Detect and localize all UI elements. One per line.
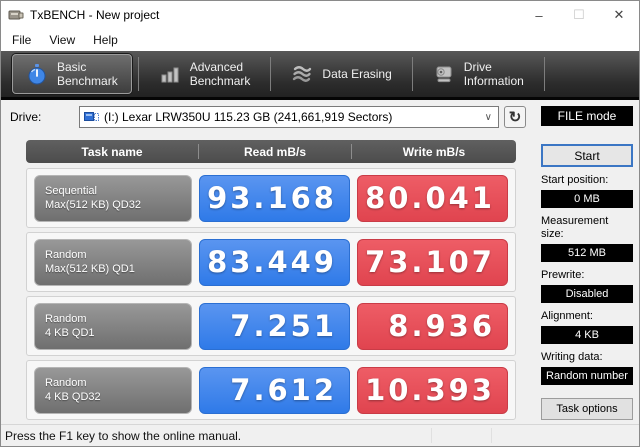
close-button[interactable]: ✕ bbox=[599, 1, 639, 29]
task-name-cell: Random 4 KB QD32 bbox=[34, 366, 192, 414]
table-row: Random Max(512 KB) QD1 83.449 73.107 bbox=[26, 232, 516, 292]
toolbar-separator bbox=[137, 57, 139, 91]
prewrite-value[interactable]: Disabled bbox=[541, 285, 633, 303]
bar-chart-icon bbox=[161, 67, 179, 83]
tab-label: Drive Information bbox=[463, 59, 524, 88]
start-button[interactable]: Start bbox=[541, 144, 633, 167]
read-value-cell: 83.449 bbox=[199, 238, 350, 286]
read-value-cell: 7.612 bbox=[199, 366, 350, 414]
status-message: Press the F1 key to show the online manu… bbox=[5, 428, 242, 443]
toolbar-separator bbox=[411, 57, 413, 91]
write-value-cell: 73.107 bbox=[357, 238, 508, 286]
alignment-label: Alignment: bbox=[541, 310, 593, 322]
tab-basic-benchmark[interactable]: Basic Benchmark bbox=[12, 54, 132, 94]
chevron-down-icon: ∨ bbox=[484, 111, 492, 123]
tab-drive-information[interactable]: Drive Information bbox=[419, 54, 538, 94]
table-header-row: Task name Read mB/s Write mB/s bbox=[26, 140, 516, 163]
toolbar-separator bbox=[543, 57, 545, 91]
title-bar: TxBENCH - New project – ☐ ✕ bbox=[1, 1, 639, 29]
table-row: Sequential Max(512 KB) QD32 93.168 80.04… bbox=[26, 168, 516, 228]
tab-label: Advanced Benchmark bbox=[189, 59, 251, 88]
app-icon bbox=[8, 10, 24, 20]
menu-file[interactable]: File bbox=[3, 31, 40, 49]
menu-view[interactable]: View bbox=[40, 31, 84, 49]
tab-data-erasing[interactable]: Data Erasing bbox=[277, 54, 405, 94]
menu-help[interactable]: Help bbox=[84, 31, 127, 49]
tab-advanced-benchmark[interactable]: Advanced Benchmark bbox=[145, 54, 265, 94]
measurement-size-value[interactable]: 512 MB bbox=[541, 244, 633, 262]
task-options-button[interactable]: Task options bbox=[541, 398, 633, 420]
drive-selected-value: (I:) Lexar LRW350U 115.23 GB (241,661,91… bbox=[104, 110, 393, 124]
task-name-cell: Random Max(512 KB) QD1 bbox=[34, 238, 192, 286]
content-area: Drive: (I:) Lexar LRW350U 115.23 GB (241… bbox=[1, 100, 639, 446]
status-bar: Press the F1 key to show the online manu… bbox=[1, 424, 639, 446]
task-name-cell: Random 4 KB QD1 bbox=[34, 302, 192, 350]
start-position-value[interactable]: 0 MB bbox=[541, 190, 633, 208]
app-window: TxBENCH - New project – ☐ ✕ File View He… bbox=[0, 0, 640, 447]
drive-select[interactable]: (I:) Lexar LRW350U 115.23 GB (241,661,91… bbox=[79, 106, 499, 128]
drive-icon bbox=[436, 66, 452, 83]
removable-drive-icon bbox=[84, 111, 99, 121]
toolbar: Basic Benchmark Advanced Benchmark Data … bbox=[1, 51, 639, 100]
read-value-cell: 93.168 bbox=[199, 174, 350, 222]
settings-sidebar: FILE mode Start Start position: 0 MB Mea… bbox=[541, 100, 633, 446]
task-name-cell: Sequential Max(512 KB) QD32 bbox=[34, 174, 192, 222]
refresh-drives-button[interactable]: ↻ bbox=[504, 106, 526, 128]
table-row: Random 4 KB QD1 7.251 8.936 bbox=[26, 296, 516, 356]
window-title: TxBENCH - New project bbox=[30, 8, 160, 22]
drive-label: Drive: bbox=[10, 110, 42, 124]
write-value-cell: 10.393 bbox=[357, 366, 508, 414]
file-mode-badge: FILE mode bbox=[541, 106, 633, 126]
writing-data-value[interactable]: Random number bbox=[541, 367, 633, 385]
start-position-label: Start position: bbox=[541, 174, 609, 186]
benchmark-table: Task name Read mB/s Write mB/s Sequentia… bbox=[26, 140, 516, 420]
tab-label: Data Erasing bbox=[322, 66, 392, 81]
stopwatch-icon bbox=[28, 64, 46, 85]
maximize-button[interactable]: ☐ bbox=[559, 1, 599, 29]
table-row: Random 4 KB QD32 7.612 10.393 bbox=[26, 360, 516, 420]
minimize-button[interactable]: – bbox=[519, 1, 559, 29]
write-value-cell: 8.936 bbox=[357, 302, 508, 350]
prewrite-label: Prewrite: bbox=[541, 269, 585, 281]
writing-data-label: Writing data: bbox=[541, 351, 603, 363]
header-write-mbs: Write mB/s bbox=[402, 144, 466, 159]
toolbar-separator bbox=[270, 57, 272, 91]
status-bar-divider bbox=[491, 428, 492, 443]
header-read-mbs: Read mB/s bbox=[243, 144, 307, 159]
status-bar-divider bbox=[431, 428, 432, 443]
menu-bar: File View Help bbox=[1, 29, 639, 51]
write-value-cell: 80.041 bbox=[357, 174, 508, 222]
read-value-cell: 7.251 bbox=[199, 302, 350, 350]
header-task-name: Task name bbox=[81, 144, 143, 159]
refresh-icon: ↻ bbox=[508, 109, 522, 126]
alignment-value[interactable]: 4 KB bbox=[541, 326, 633, 344]
tab-label: Basic Benchmark bbox=[57, 59, 118, 88]
measurement-size-label: Measurement size: bbox=[541, 215, 609, 240]
erase-waves-icon bbox=[293, 66, 312, 82]
